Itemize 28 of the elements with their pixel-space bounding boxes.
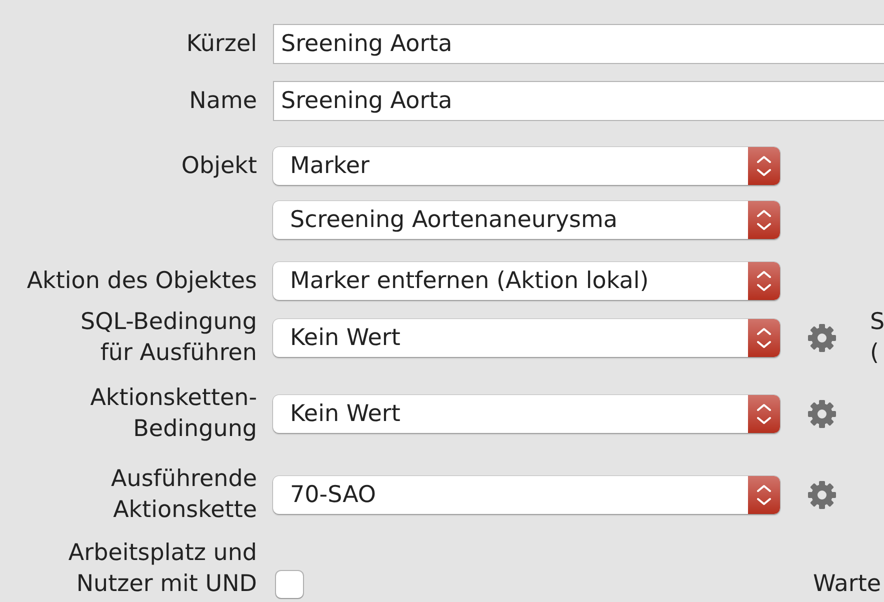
field-label: Arbeitsplatz und Nutzer mit UND xyxy=(67,539,257,599)
dropdown[interactable]: Marker entfernen (Aktion lokal) xyxy=(273,262,780,300)
field-label: Name xyxy=(188,86,257,116)
dropdown[interactable]: Kein Wert xyxy=(273,395,780,433)
chevron-stepper-icon xyxy=(748,262,780,300)
checkbox[interactable] xyxy=(276,571,303,598)
field-label: SQL-Bedingung für Ausführen xyxy=(80,308,257,368)
text-field[interactable]: Sreening Aorta xyxy=(273,81,884,121)
field-label: S ( xyxy=(870,308,884,368)
chevron-stepper-icon xyxy=(748,147,780,185)
field-label: Aktionsketten- Bedingung xyxy=(89,384,257,444)
field-label: Objekt xyxy=(180,152,257,180)
dropdown[interactable]: Kein Wert xyxy=(273,319,780,357)
field-label: Ausführende Aktionskette xyxy=(110,465,257,525)
chevron-stepper-icon xyxy=(748,395,780,433)
gear-icon[interactable] xyxy=(808,324,836,352)
field-label: Warte xyxy=(813,570,881,599)
gear-icon[interactable] xyxy=(808,400,836,428)
field-label: Aktion des Objektes xyxy=(26,266,257,296)
dropdown[interactable]: Screening Aortenaneurysma xyxy=(273,201,780,239)
dropdown[interactable]: 70-SAO xyxy=(273,476,780,514)
chevron-stepper-icon xyxy=(748,319,780,357)
dropdown[interactable]: Marker xyxy=(273,147,780,185)
chevron-stepper-icon xyxy=(748,476,780,514)
chevron-stepper-icon xyxy=(748,201,780,239)
gear-icon[interactable] xyxy=(808,481,836,509)
text-field[interactable]: Sreening Aorta xyxy=(273,24,884,64)
field-label: Kürzel xyxy=(185,30,257,58)
